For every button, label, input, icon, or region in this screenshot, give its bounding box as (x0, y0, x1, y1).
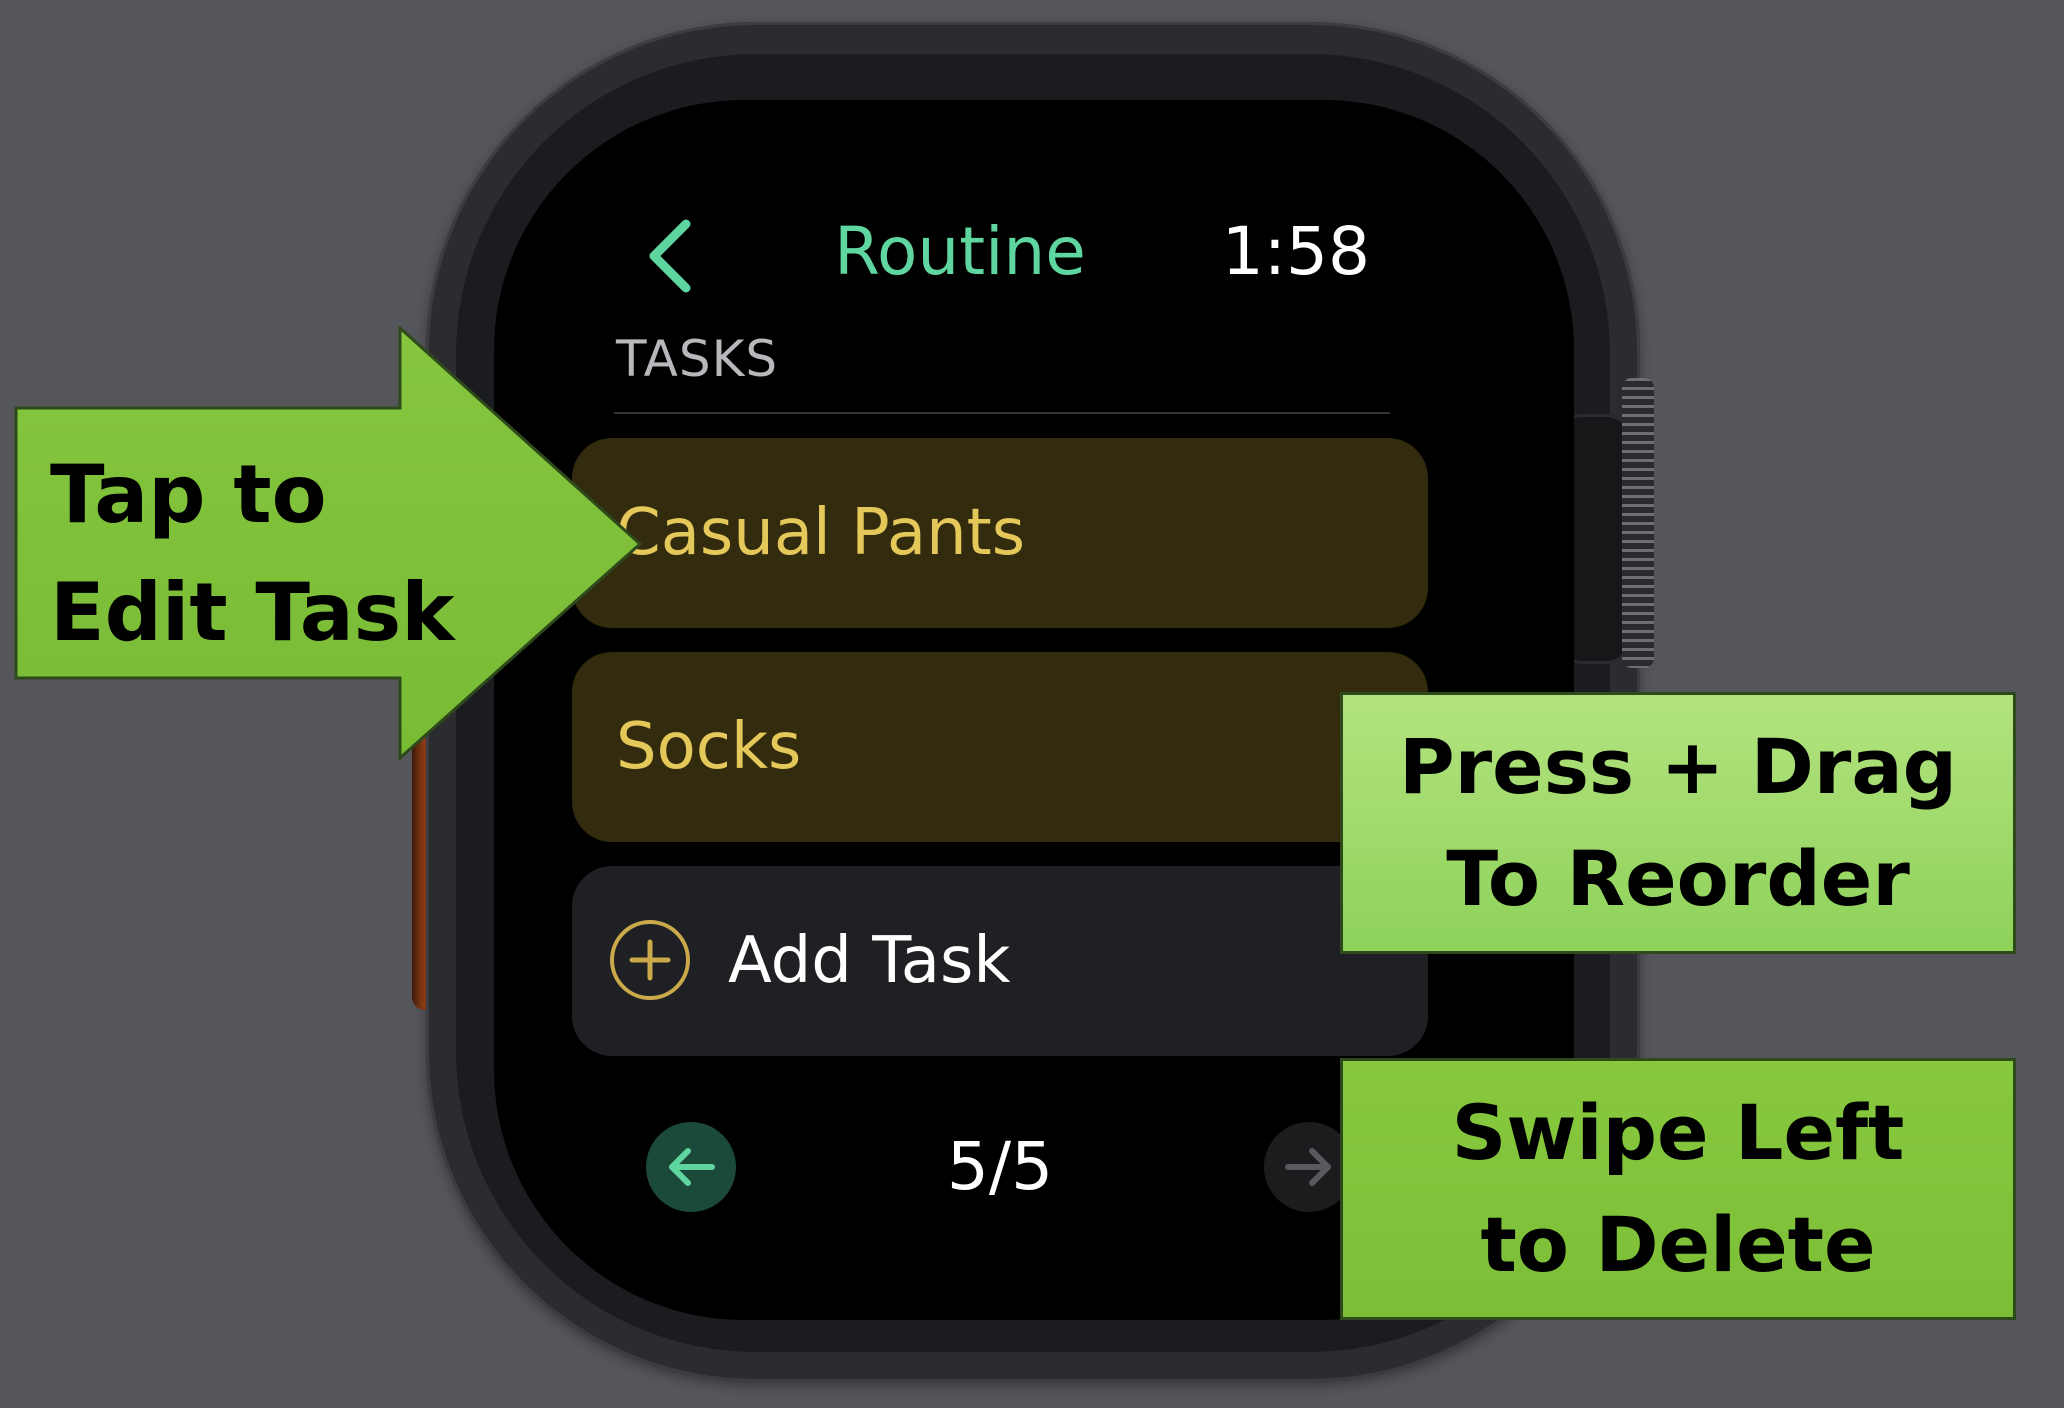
page-title: Routine (834, 213, 1086, 290)
section-header: TASKS (616, 330, 779, 388)
callout-delete-line1: Swipe Left (1451, 1088, 1905, 1177)
callout-tap-line2: Edit Task (50, 566, 455, 659)
clock: 1:58 (1221, 213, 1370, 290)
callout-delete: Swipe Left to Delete (1340, 1058, 2016, 1320)
plus-circle-icon (610, 920, 690, 1000)
task-row-socks[interactable]: Socks (572, 652, 1428, 842)
digital-crown[interactable] (1622, 378, 1654, 668)
divider (614, 412, 1390, 414)
callout-tap-text: Tap to Edit Task (50, 436, 470, 672)
callout-reorder-line2: To Reorder (1446, 834, 1910, 923)
callout-tap-line1: Tap to (50, 448, 327, 541)
chevron-left-icon (649, 219, 691, 293)
callout-reorder: Press + Drag To Reorder (1340, 692, 2016, 954)
task-label: Casual Pants (616, 496, 1026, 570)
page-indicator: 5/5 (946, 1128, 1054, 1205)
previous-button[interactable] (646, 1122, 736, 1212)
add-task-button[interactable]: Add Task (572, 866, 1428, 1056)
callout-reorder-line1: Press + Drag (1398, 722, 1958, 811)
back-button[interactable] (642, 218, 698, 294)
add-task-label: Add Task (728, 924, 1011, 998)
arrow-left-icon (669, 1148, 715, 1186)
task-row-casual-pants[interactable]: Casual Pants (572, 438, 1428, 628)
callout-delete-line2: to Delete (1480, 1200, 1876, 1289)
